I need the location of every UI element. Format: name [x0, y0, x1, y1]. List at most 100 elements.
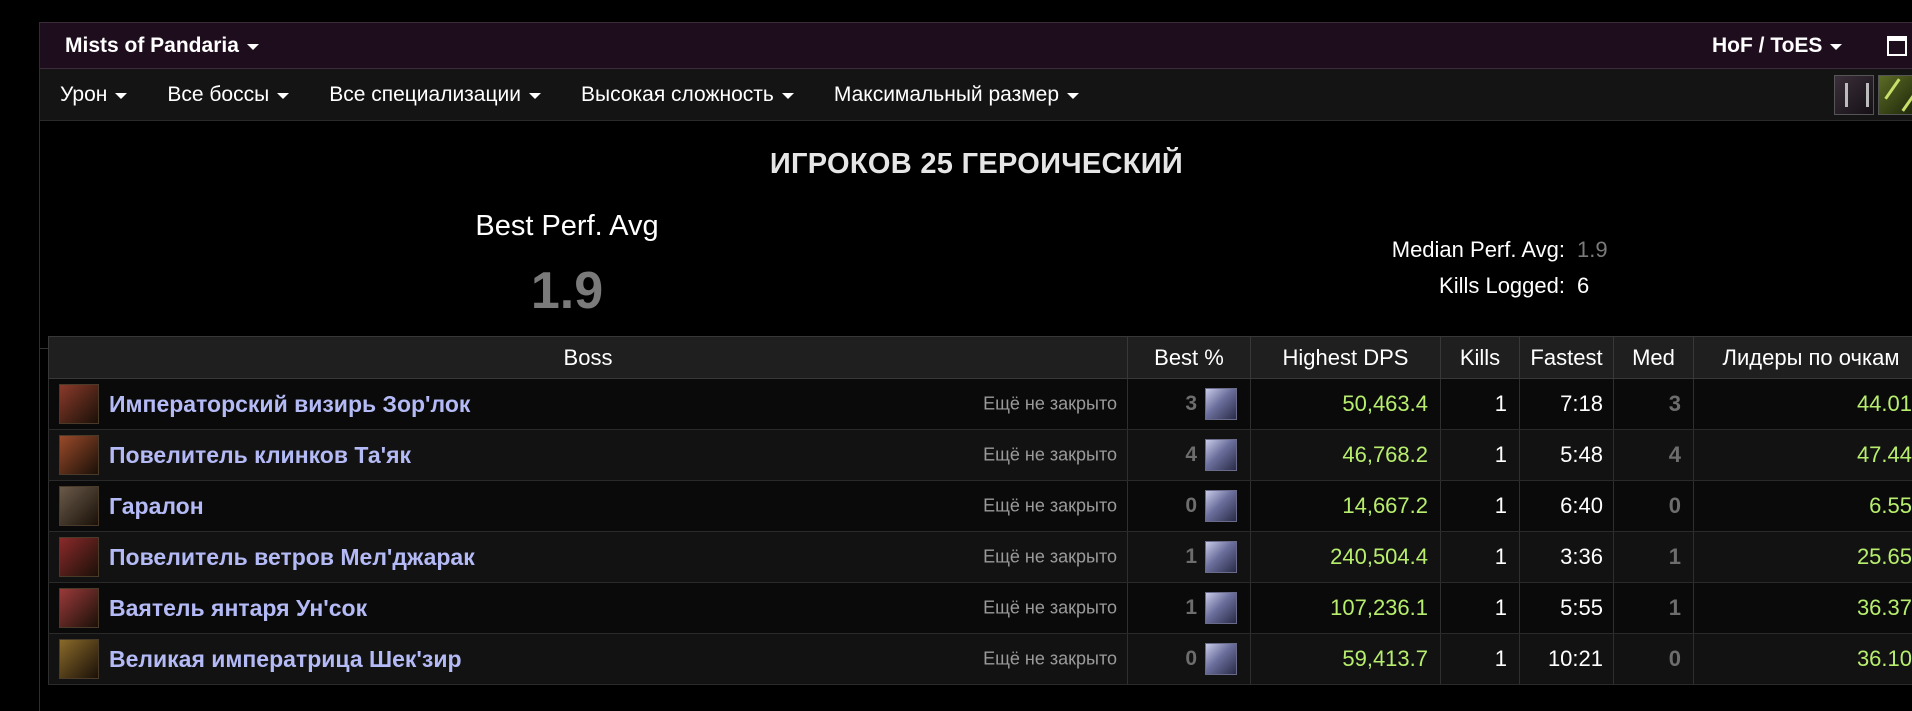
median-cell: 1 — [1613, 582, 1694, 634]
expansion-label: Mists of Pandaria — [65, 33, 239, 57]
median-cell: 0 — [1613, 480, 1694, 532]
highest-dps-cell[interactable]: 240,504.4 — [1250, 531, 1441, 583]
best-percent-value: 0 — [1185, 647, 1197, 670]
best-percent-cell: 1 — [1127, 531, 1251, 583]
fastest-cell[interactable]: 5:55 — [1519, 582, 1614, 634]
median-cell: 1 — [1613, 531, 1694, 583]
best-percent-value: 1 — [1185, 545, 1197, 568]
table-row: Великая императрица Шек'зир Ещё не закрыт… — [48, 633, 1912, 685]
spec-icon[interactable] — [1205, 490, 1237, 522]
summary-section: ИГРОКОВ 25 ГЕРОИЧЕСКИЙ Best Perf. Avg 1.… — [40, 121, 1912, 349]
column-header-boss[interactable]: Boss — [48, 336, 1128, 379]
filter-bar: Урон Все боссы Все специализации Высокая… — [40, 69, 1912, 121]
boss-name-link[interactable]: Императорский визирь Зор'лок — [109, 391, 470, 418]
kills-cell: 1 — [1440, 633, 1520, 685]
fastest-cell[interactable]: 7:18 — [1519, 378, 1614, 430]
column-header-kills[interactable]: Kills — [1440, 336, 1520, 379]
status-text: Ещё не закрыто — [983, 444, 1117, 465]
status-text: Ещё не закрыто — [983, 648, 1117, 669]
status-text: Ещё не закрыто — [983, 393, 1117, 414]
column-header-dps[interactable]: Highest DPS — [1250, 336, 1441, 379]
median-perf-row: Median Perf. Avg: 1.9 — [1165, 237, 1608, 263]
kills-cell: 1 — [1440, 582, 1520, 634]
column-header-points[interactable]: Лидеры по очкам — [1693, 336, 1912, 379]
boss-portrait-icon — [59, 639, 99, 679]
chevron-down-icon — [277, 92, 290, 99]
table-row: Ваятель янтаря Ун'сок Ещё не закрыто 1 107,… — [48, 582, 1912, 634]
best-percent-cell: 4 — [1127, 429, 1251, 481]
table-header-row: Boss Best % Highest DPS Kills Fastest Me… — [48, 336, 1912, 379]
highest-dps-cell[interactable]: 46,768.2 — [1250, 429, 1441, 481]
spec-icon[interactable] — [1205, 643, 1237, 675]
spec-icon[interactable] — [1205, 388, 1237, 420]
highest-dps-cell[interactable]: 107,236.1 — [1250, 582, 1441, 634]
filter-spec[interactable]: Все специализации — [329, 83, 541, 107]
spec-icon[interactable] — [1205, 592, 1237, 624]
chevron-down-icon — [1830, 44, 1843, 50]
boss-cell: Ваятель янтаря Ун'сок Ещё не закрыто — [48, 582, 1128, 634]
class-icon[interactable] — [1834, 75, 1874, 115]
filter-metric[interactable]: Урон — [60, 83, 128, 107]
boss-cell: Гаралон Ещё не закрыто — [48, 480, 1128, 532]
points-cell: 36.10 — [1693, 633, 1912, 685]
spec-icon[interactable] — [1205, 541, 1237, 573]
chevron-down-icon — [781, 92, 794, 99]
best-percent-cell: 1 — [1127, 582, 1251, 634]
raid-label: HoF / ToES — [1712, 34, 1823, 57]
points-cell: 6.55 — [1693, 480, 1912, 532]
expansion-dropdown[interactable]: Mists of Pandaria — [65, 34, 259, 58]
filter-label: Все боссы — [167, 82, 270, 106]
filter-label: Высокая сложность — [580, 82, 774, 106]
boss-name-link[interactable]: Великая императрица Шек'зир — [109, 646, 462, 673]
spec-icon[interactable] — [1205, 439, 1237, 471]
highest-dps-cell[interactable]: 14,667.2 — [1250, 480, 1441, 532]
highest-dps-cell[interactable]: 59,413.7 — [1250, 633, 1441, 685]
column-header-best[interactable]: Best % — [1127, 336, 1251, 379]
kills-logged-value: 6 — [1577, 273, 1590, 298]
filter-boss[interactable]: Все боссы — [167, 82, 290, 107]
median-cell: 3 — [1613, 378, 1694, 430]
status-text: Ещё не закрыто — [983, 546, 1117, 567]
fastest-cell[interactable]: 3:36 — [1519, 531, 1614, 583]
boss-cell: Императорский визирь Зор'лок Ещё не закры… — [48, 378, 1128, 430]
maximize-icon[interactable] — [1887, 36, 1907, 56]
column-header-med[interactable]: Med — [1613, 336, 1694, 379]
kills-cell: 1 — [1440, 429, 1520, 481]
best-percent-value: 4 — [1185, 443, 1197, 466]
status-text: Ещё не закрыто — [983, 495, 1117, 516]
fastest-cell[interactable]: 10:21 — [1519, 633, 1614, 685]
boss-portrait-icon — [59, 435, 99, 475]
kills-logged-row: Kills Logged: 6 — [1165, 273, 1589, 299]
points-cell: 44.01 — [1693, 378, 1912, 430]
boss-portrait-icon — [59, 384, 99, 424]
fastest-cell[interactable]: 6:40 — [1519, 480, 1614, 532]
key-icon[interactable] — [1878, 75, 1912, 115]
table-row: Повелитель ветров Мел'джарак Ещё не закры… — [48, 531, 1912, 583]
raid-dropdown[interactable]: HoF / ToES — [1712, 23, 1843, 69]
boss-name-link[interactable]: Ваятель янтаря Ун'сок — [109, 595, 367, 622]
best-percent-cell: 3 — [1127, 378, 1251, 430]
rankings-table-wrap: Boss Best % Highest DPS Kills Fastest Me… — [48, 336, 1912, 685]
filter-difficulty[interactable]: Высокая сложность — [581, 83, 794, 107]
filter-size[interactable]: Максимальный размер — [833, 82, 1080, 107]
boss-cell: Повелитель ветров Мел'джарак Ещё не закры… — [48, 531, 1128, 583]
column-header-fastest[interactable]: Fastest — [1519, 336, 1614, 379]
chevron-down-icon — [115, 92, 128, 99]
boss-name-link[interactable]: Гаралон — [109, 493, 204, 520]
rankings-table: Boss Best % Highest DPS Kills Fastest Me… — [48, 336, 1912, 685]
best-percent-value: 3 — [1185, 392, 1197, 415]
boss-portrait-icon — [59, 537, 99, 577]
boss-name-link[interactable]: Повелитель клинков Та'як — [109, 442, 411, 469]
best-percent-cell: 0 — [1127, 633, 1251, 685]
boss-cell: Великая императрица Шек'зир Ещё не закрыт… — [48, 633, 1128, 685]
highest-dps-cell[interactable]: 50,463.4 — [1250, 378, 1441, 430]
fastest-cell[interactable]: 5:48 — [1519, 429, 1614, 481]
table-row: Гаралон Ещё не закрыто 0 14,667.2 1 6:40 0 6.55 — [48, 480, 1912, 532]
median-cell: 4 — [1613, 429, 1694, 481]
chevron-down-icon — [1067, 92, 1080, 99]
kills-cell: 1 — [1440, 480, 1520, 532]
filter-label: Максимальный размер — [833, 82, 1060, 106]
filter-label: Все специализации — [329, 82, 521, 106]
points-cell: 25.65 — [1693, 531, 1912, 583]
boss-name-link[interactable]: Повелитель ветров Мел'джарак — [109, 544, 475, 571]
